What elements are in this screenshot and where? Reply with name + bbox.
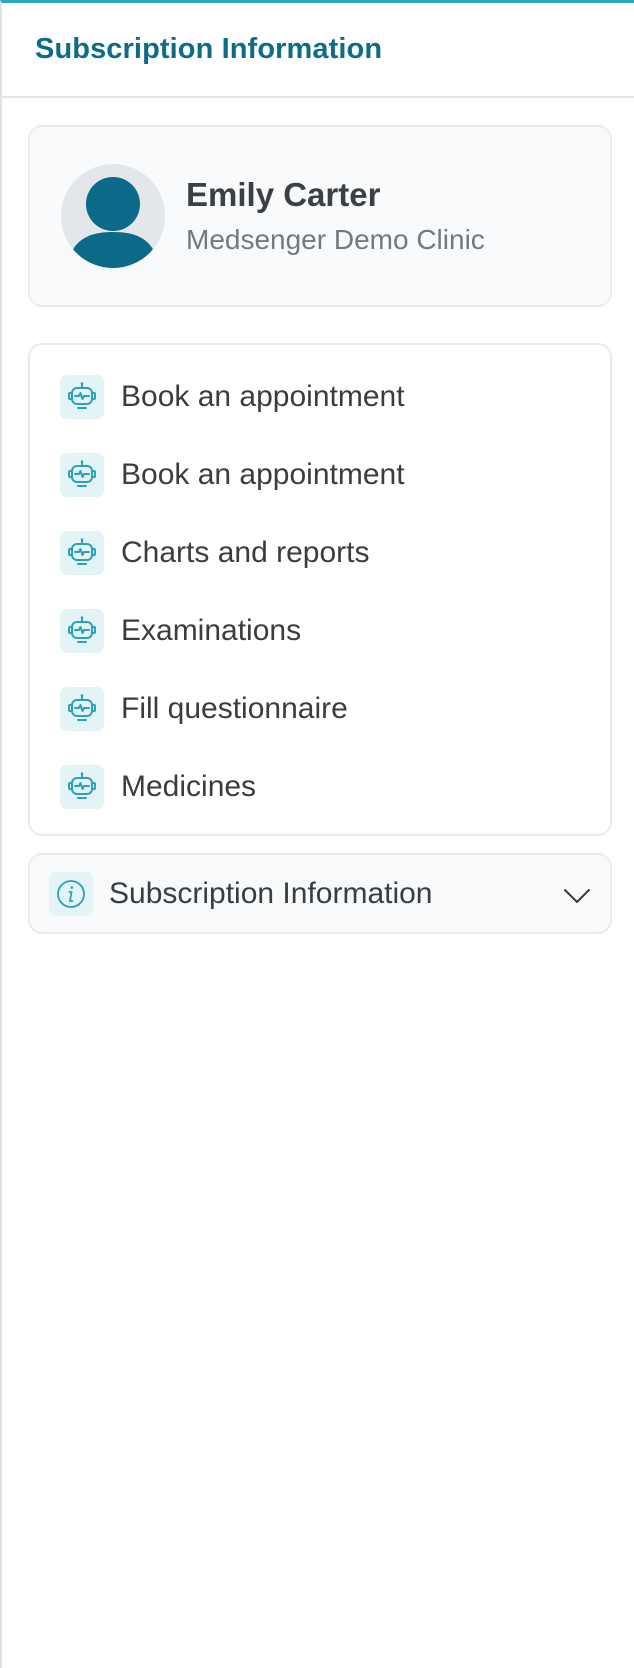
- menu-item-label: Examinations: [121, 614, 302, 647]
- menu-item-charts-reports[interactable]: Charts and reports: [30, 531, 610, 575]
- robot-icon: [60, 687, 104, 731]
- menu-item-label: Book an appointment: [121, 458, 405, 491]
- robot-icon: [60, 375, 104, 419]
- menu-item-label: Book an appointment: [121, 380, 405, 413]
- subscription-info-accordion[interactable]: Subscription Information: [28, 853, 612, 934]
- subscription-panel: Subscription Information Emily Carter Me…: [0, 0, 634, 1668]
- chevron-down-icon[interactable]: [562, 881, 592, 916]
- menu-item-label: Charts and reports: [121, 536, 370, 569]
- user-avatar-icon: [61, 164, 165, 268]
- robot-icon: [60, 609, 104, 653]
- robot-icon: [60, 453, 104, 497]
- page-title: Subscription Information: [35, 33, 383, 65]
- menu-item-examinations[interactable]: Examinations: [30, 609, 610, 653]
- actions-list: Book an appointment Book an appointment: [28, 343, 612, 836]
- panel-header: Subscription Information: [2, 3, 634, 98]
- profile-name: Emily Carter: [186, 176, 381, 213]
- menu-item-medicines[interactable]: Medicines: [30, 765, 610, 809]
- accordion-label: Subscription Information: [109, 876, 433, 910]
- menu-item-label: Fill questionnaire: [121, 692, 348, 725]
- robot-icon: [60, 765, 104, 809]
- menu-item-book-appointment[interactable]: Book an appointment: [30, 375, 610, 419]
- info-icon: [49, 871, 93, 916]
- profile-clinic: Medsenger Demo Clinic: [186, 224, 485, 255]
- profile-card: Emily Carter Medsenger Demo Clinic: [28, 125, 612, 307]
- menu-item-fill-questionnaire[interactable]: Fill questionnaire: [30, 687, 610, 731]
- menu-item-label: Medicines: [121, 770, 257, 803]
- robot-icon: [60, 531, 104, 575]
- menu-item-book-appointment-2[interactable]: Book an appointment: [30, 453, 610, 497]
